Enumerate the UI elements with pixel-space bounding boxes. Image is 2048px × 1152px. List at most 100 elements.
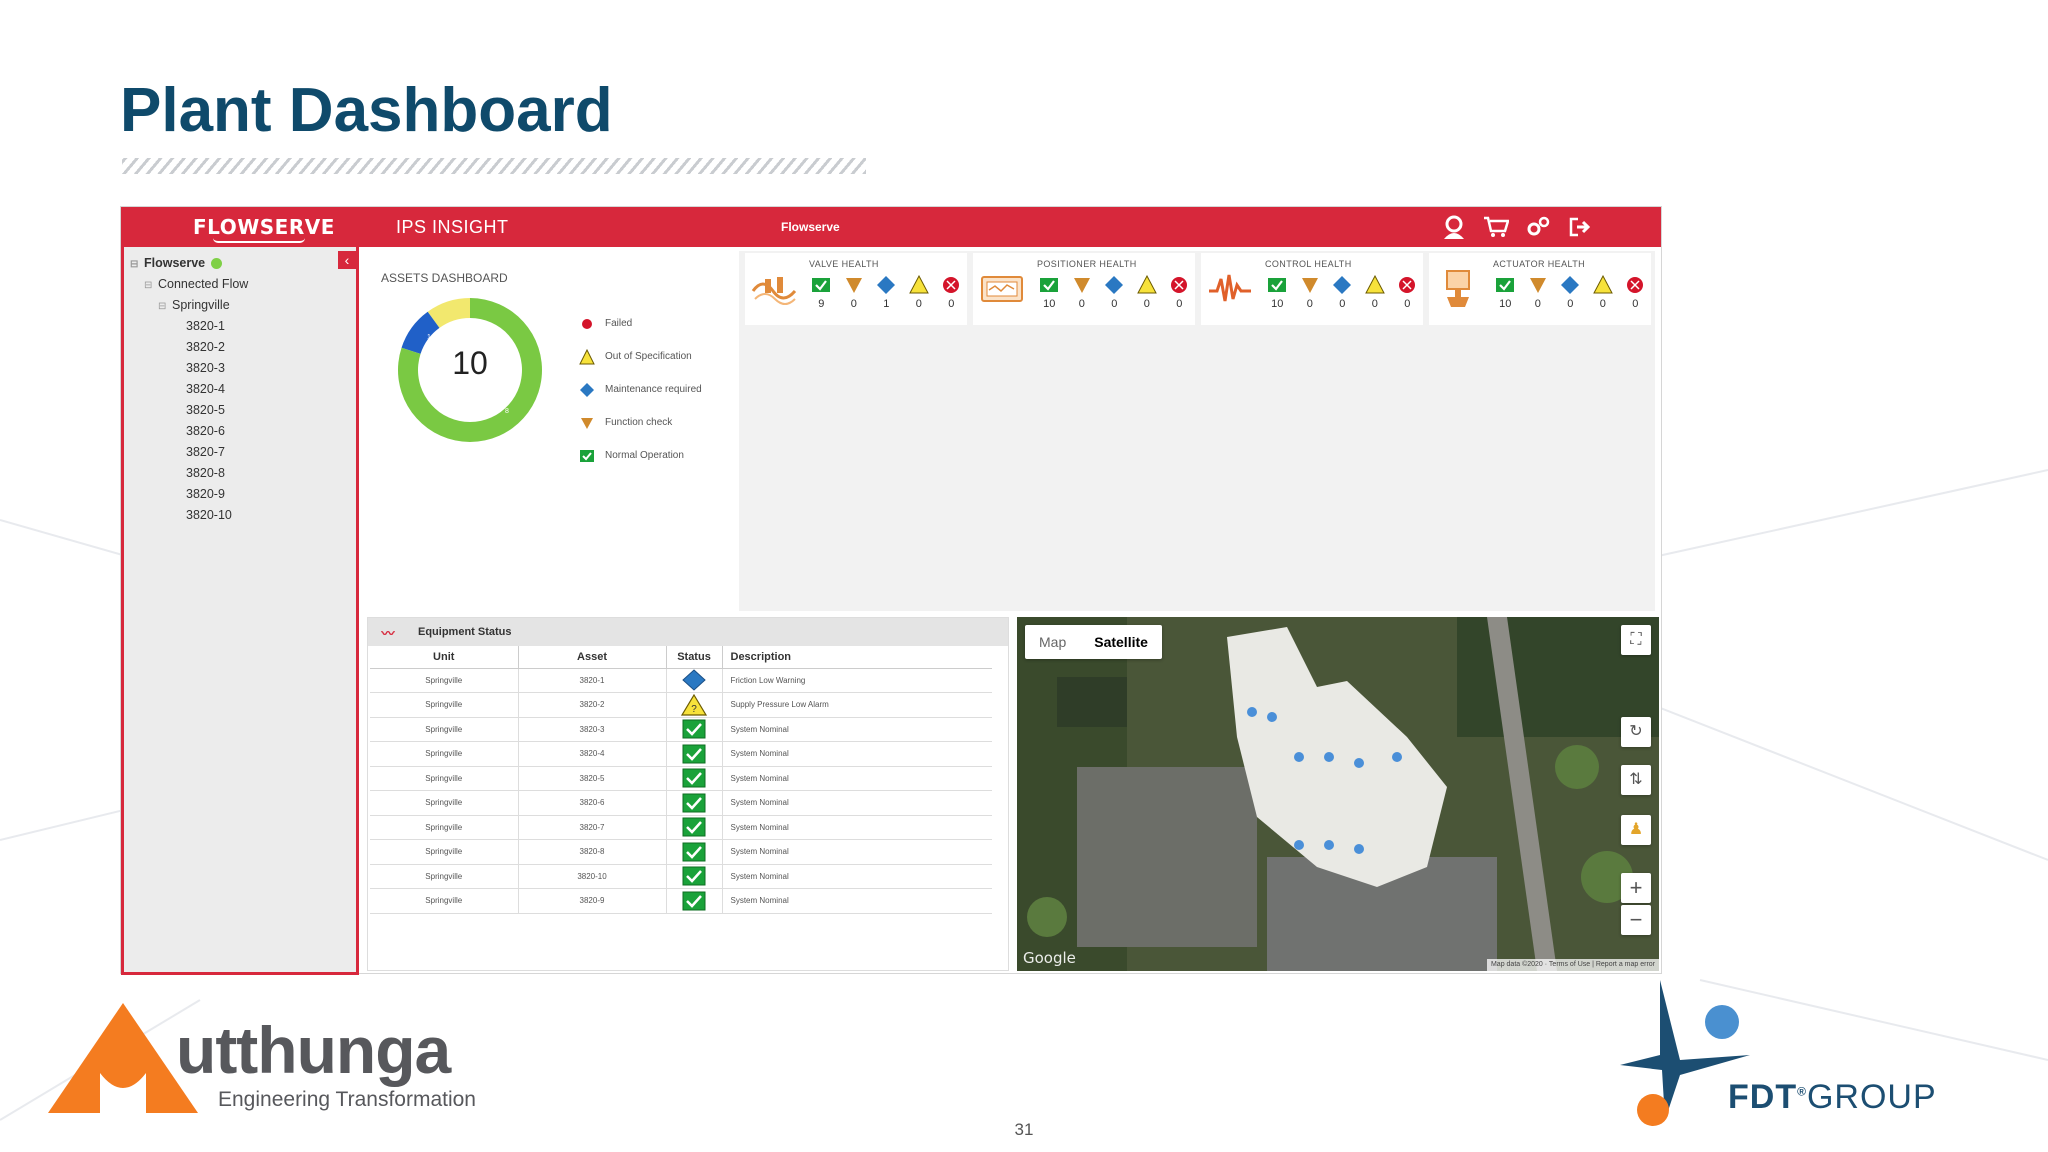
tree-node-site[interactable]: ⊟ Springville xyxy=(130,295,248,316)
actuator-health-card[interactable]: ACTUATOR HEALTH 10 0 0 0 0 xyxy=(1429,253,1651,325)
count-maintenance: 0 xyxy=(1339,298,1346,310)
assets-dashboard-title: ASSETS DASHBOARD xyxy=(381,271,508,285)
table-row[interactable]: Springville 3820-1 Friction Low Warning xyxy=(370,668,992,693)
utthunga-tagline: Engineering Transformation xyxy=(218,1088,476,1111)
fdt-group-wordmark: FDT®GROUP xyxy=(1728,1078,1937,1116)
warning-triangle-icon: ? xyxy=(680,693,708,716)
table-row[interactable]: Springville 3820-2? Supply Pressure Low Al… xyxy=(370,692,992,718)
tree-node-group[interactable]: ⊟ Connected Flow xyxy=(130,274,248,295)
tree-node-asset[interactable]: 3820-8 xyxy=(130,463,248,484)
health-summary-strip: VALVE HEALTH 9 0 1 0 0 POSITIONER HEALTH… xyxy=(739,251,1655,611)
cell-unit: Springville xyxy=(370,741,519,767)
legend-item-failed[interactable]: Failed xyxy=(579,307,702,340)
cart-icon[interactable] xyxy=(1483,215,1510,239)
satellite-tab[interactable]: Satellite xyxy=(1080,625,1162,659)
positioner-health-card[interactable]: POSITIONER HEALTH 10 0 0 0 0 xyxy=(973,253,1195,325)
table-row[interactable]: Springville 3820-9 System Nominal xyxy=(370,888,992,914)
fullscreen-icon[interactable]: ⛶ xyxy=(1621,625,1651,655)
rotate-icon[interactable]: ↻ xyxy=(1621,717,1651,747)
control-health-card[interactable]: CONTROL HEALTH 10 0 0 0 0 xyxy=(1201,253,1423,325)
zoom-out-icon[interactable]: − xyxy=(1621,905,1651,935)
column-header-description[interactable]: Description xyxy=(722,646,992,669)
health-card-title: ACTUATOR HEALTH xyxy=(1493,259,1586,269)
tree-toggle-icon[interactable]: ⊟ xyxy=(144,275,158,296)
maintenance-diamond-icon xyxy=(877,276,896,294)
cell-description: System Nominal xyxy=(722,790,992,816)
legend-item-function-check[interactable]: Function check xyxy=(579,406,702,439)
health-card-title: VALVE HEALTH xyxy=(809,259,879,269)
count-function-check: 0 xyxy=(1306,298,1313,310)
table-row[interactable]: Springville 3820-3 System Nominal xyxy=(370,717,992,742)
satellite-map[interactable]: Map Satellite ⛶ ↻ ⇅ ♟ + − Google Map dat… xyxy=(1017,617,1659,971)
cell-status xyxy=(666,839,723,865)
map-tab[interactable]: Map xyxy=(1025,625,1080,659)
normal-check-icon xyxy=(682,768,706,788)
count-maintenance: 1 xyxy=(883,298,890,310)
count-function-check: 0 xyxy=(850,298,857,310)
tree-node-asset[interactable]: 3820-2 xyxy=(130,337,248,358)
table-row[interactable]: Springville 3820-10 System Nominal xyxy=(370,864,992,889)
satellite-imagery xyxy=(1017,617,1659,971)
valve-health-card[interactable]: VALVE HEALTH 9 0 1 0 0 xyxy=(745,253,967,325)
tree-node-asset[interactable]: 3820-7 xyxy=(130,442,248,463)
cell-asset: 3820-3 xyxy=(518,717,667,742)
legend-item-normal[interactable]: Normal Operation xyxy=(579,439,702,472)
zoom-in-icon[interactable]: + xyxy=(1621,873,1651,903)
column-header-status[interactable]: Status xyxy=(666,646,723,669)
cell-asset: 3820-10 xyxy=(518,864,667,889)
table-row[interactable]: Springville 3820-8 System Nominal xyxy=(370,839,992,865)
app-header: FLOWSERVE IPS INSIGHT Flowserve xyxy=(121,207,1661,247)
pegman-icon[interactable]: ♟ xyxy=(1621,815,1651,845)
failed-icon xyxy=(943,277,960,293)
flowserve-logo: FLOWSERVE xyxy=(193,215,335,239)
tree-node-asset[interactable]: 3820-10 xyxy=(130,505,248,526)
settings-icon[interactable] xyxy=(1525,215,1551,239)
tree-node-asset[interactable]: 3820-4 xyxy=(130,379,248,400)
count-normal: 9 xyxy=(818,298,825,310)
map-attribution[interactable]: Map data ©2020 · Terms of Use | Report a… xyxy=(1486,959,1659,971)
column-header-unit[interactable]: Unit xyxy=(370,646,519,669)
warning-triangle-icon xyxy=(1364,275,1385,294)
cell-status xyxy=(666,741,723,767)
table-row[interactable]: Springville 3820-6 System Nominal xyxy=(370,790,992,816)
maintenance-diamond-icon xyxy=(1105,276,1124,294)
tree-node-root[interactable]: ⊟ Flowserve xyxy=(130,253,248,274)
table-row[interactable]: Springville 3820-7 System Nominal xyxy=(370,815,992,840)
count-function-check: 0 xyxy=(1078,298,1085,310)
equipment-status-title: Equipment Status xyxy=(418,626,512,638)
cell-asset: 3820-9 xyxy=(518,888,667,914)
cell-status xyxy=(666,668,723,693)
column-header-asset[interactable]: Asset xyxy=(518,646,667,669)
normal-check-icon xyxy=(682,744,706,764)
table-row[interactable]: Springville 3820-5 System Nominal xyxy=(370,766,992,791)
tilt-icon[interactable]: ⇅ xyxy=(1621,765,1651,795)
tree-node-asset[interactable]: 3820-3 xyxy=(130,358,248,379)
donut-label-maintenance: 1 xyxy=(427,334,431,341)
cell-description: System Nominal xyxy=(722,888,992,914)
cell-description: System Nominal xyxy=(722,766,992,791)
table-row[interactable]: Springville 3820-4 System Nominal xyxy=(370,741,992,767)
chevron-left-icon[interactable]: ‹ xyxy=(338,251,356,269)
logout-icon[interactable] xyxy=(1567,215,1593,239)
normal-check-icon xyxy=(812,278,831,292)
assets-dashboard: ASSETS DASHBOARD 1 8 10 Failed Out of Spe… xyxy=(367,255,735,615)
maintenance-diamond-icon xyxy=(682,669,706,691)
tree-node-asset[interactable]: 3820-6 xyxy=(130,421,248,442)
normal-check-icon xyxy=(682,719,706,739)
cell-status xyxy=(666,790,723,816)
tree-node-asset[interactable]: 3820-9 xyxy=(130,484,248,505)
tree-node-asset[interactable]: 3820-5 xyxy=(130,400,248,421)
equipment-status-panel: 〰 Equipment Status Unit Asset Status Des… xyxy=(367,617,1009,971)
legend-item-out-of-spec[interactable]: Out of Specification xyxy=(579,340,702,373)
warning-triangle-icon xyxy=(908,275,929,294)
cell-status xyxy=(666,717,723,742)
app-name: IPS INSIGHT xyxy=(396,217,509,237)
user-icon[interactable] xyxy=(1441,215,1467,239)
tree-toggle-icon[interactable]: ⊟ xyxy=(130,254,144,275)
legend-item-maintenance[interactable]: Maintenance required xyxy=(579,373,702,406)
failed-icon xyxy=(1399,277,1416,293)
failed-icon xyxy=(1171,277,1188,293)
tree-node-asset[interactable]: 3820-1 xyxy=(130,316,248,337)
tree-toggle-icon[interactable]: ⊟ xyxy=(158,296,172,317)
page-number: 31 xyxy=(1014,1120,1034,1139)
